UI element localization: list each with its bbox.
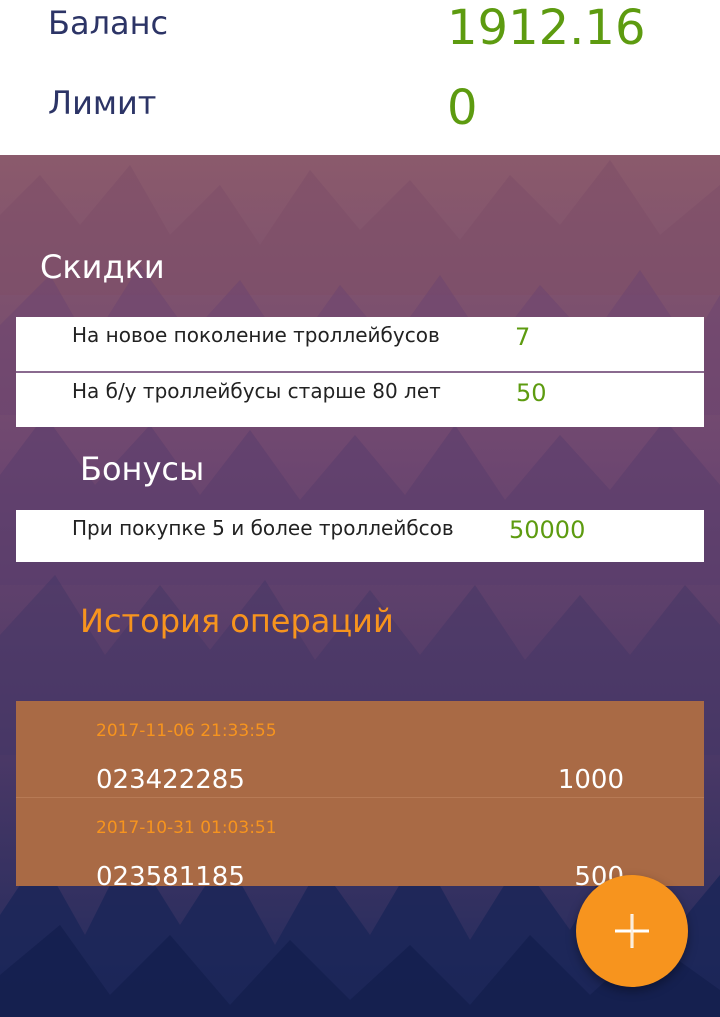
operation-number: 023422285 (96, 765, 245, 795)
operation-date: 2017-10-31 01:03:51 (96, 818, 277, 838)
bonus-value: 50000 (509, 516, 586, 544)
summary-header: Баланс 1912.16 Лимит 0 (0, 0, 720, 155)
add-button[interactable] (576, 875, 688, 987)
operation-date: 2017-11-06 21:33:55 (96, 721, 277, 741)
bonus-row[interactable]: При покупке 5 и более троллейбсов 50000 (16, 510, 704, 564)
bonuses-title: Бонусы (80, 450, 205, 488)
discount-label: На новое поколение троллейбусов (72, 323, 440, 347)
bonus-label: При покупке 5 и более троллейбсов (72, 516, 454, 540)
discount-row[interactable]: На новое поколение троллейбусов 7 (16, 317, 704, 371)
balance-label: Баланс (48, 4, 169, 42)
operation-amount: 1000 (557, 765, 624, 795)
bonuses-card: При покупке 5 и более троллейбсов 50000 (16, 510, 704, 562)
history-title: История операций (80, 602, 394, 640)
discounts-card: На новое поколение троллейбусов 7 На б/у… (16, 317, 704, 427)
discount-row[interactable]: На б/у троллейбусы старше 80 лет 50 (16, 373, 704, 427)
operation-item[interactable]: 2017-10-31 01:03:51 023581185 500 (16, 798, 704, 886)
discount-label: На б/у троллейбусы старше 80 лет (72, 379, 441, 403)
operations-list[interactable]: 2017-11-06 21:33:55 023422285 1000 2017-… (16, 701, 704, 886)
plus-icon (615, 914, 649, 948)
operation-number: 023581185 (96, 862, 245, 886)
discount-value: 50 (516, 379, 547, 407)
limit-label: Лимит (48, 84, 157, 122)
discounts-title: Скидки (40, 248, 165, 286)
limit-value: 0 (447, 80, 478, 136)
discount-value: 7 (515, 323, 531, 351)
operation-item[interactable]: 2017-11-06 21:33:55 023422285 1000 (16, 701, 704, 798)
balance-value: 1912.16 (447, 0, 646, 56)
